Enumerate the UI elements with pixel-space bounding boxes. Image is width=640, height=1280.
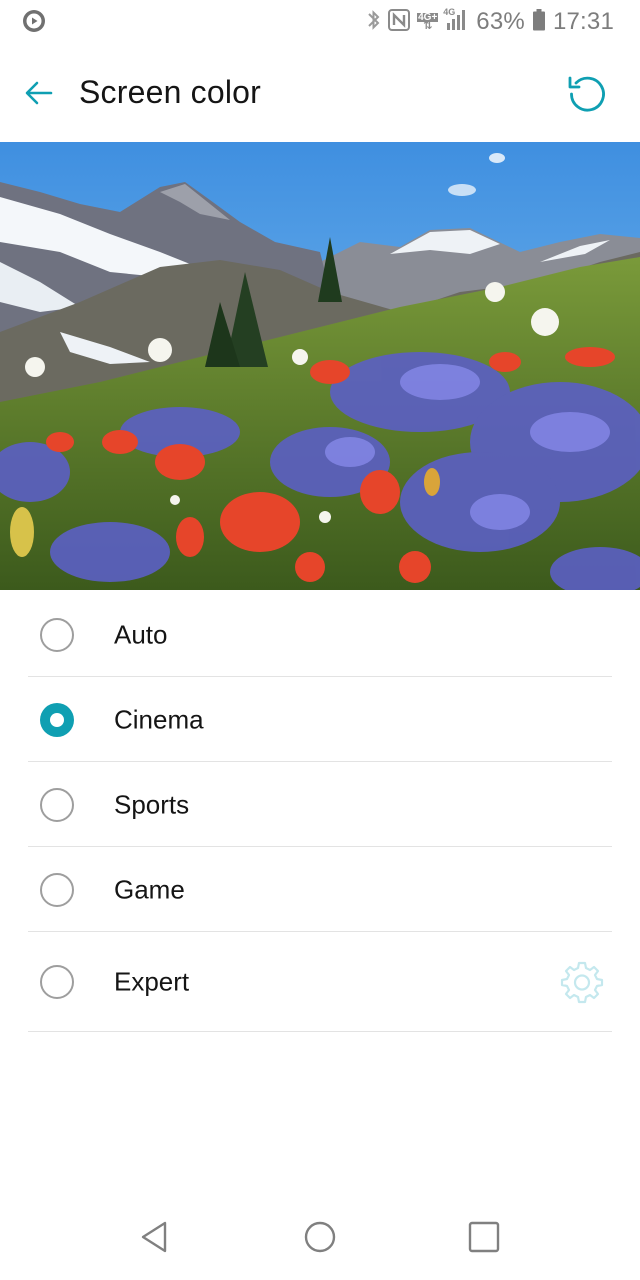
app-bar: Screen color <box>0 52 640 136</box>
data-arrows-icon: ⇅ <box>423 20 433 32</box>
nav-home-button[interactable] <box>295 1212 345 1262</box>
page-title: Screen color <box>79 74 262 110</box>
option-label: Expert <box>114 966 190 997</box>
radio-button-auto[interactable] <box>40 617 74 652</box>
radio-button-sports[interactable] <box>40 787 74 822</box>
screen-color-options: Auto Cinema Sports Game Expert <box>0 592 640 1032</box>
clock: 17:31 <box>552 8 614 35</box>
option-cinema[interactable]: Cinema <box>0 677 640 762</box>
network-type: 4G+ ⇅ <box>417 13 439 32</box>
status-icons: 4G+ ⇅ 4G 63% 17:31 <box>367 6 614 38</box>
option-game[interactable]: Game <box>0 847 640 932</box>
option-label: Cinema <box>114 704 204 734</box>
arrow-left-icon <box>25 81 53 105</box>
radio-button-expert[interactable] <box>40 965 74 999</box>
nav-back-button[interactable] <box>130 1212 180 1262</box>
nav-home-icon <box>304 1221 336 1253</box>
preview-image <box>0 142 640 590</box>
radio-button-game[interactable] <box>40 872 74 907</box>
battery-percent: 63% <box>476 8 525 35</box>
option-sports[interactable]: Sports <box>0 762 640 847</box>
system-nav-bar <box>0 1196 640 1280</box>
signal-icon: 4G <box>443 6 469 36</box>
nfc-icon <box>388 8 411 36</box>
nav-recents-icon <box>468 1221 500 1253</box>
reset-icon <box>568 76 605 112</box>
option-expert[interactable]: Expert <box>0 932 640 1032</box>
status-bar: 4G+ ⇅ 4G 63% 17:31 <box>0 0 640 44</box>
network-type-small: 4G <box>443 6 456 17</box>
option-label: Game <box>114 874 185 904</box>
option-label: Auto <box>114 619 168 649</box>
back-button[interactable] <box>18 72 60 114</box>
option-auto[interactable]: Auto <box>0 592 640 677</box>
gear-icon[interactable] <box>560 960 604 1004</box>
reset-button[interactable] <box>564 70 610 116</box>
option-label: Sports <box>114 789 190 819</box>
radio-button-cinema-selected[interactable] <box>40 702 74 737</box>
bluetooth-icon <box>367 8 381 37</box>
nav-recents-button[interactable] <box>459 1212 509 1262</box>
media-play-icon <box>22 9 46 33</box>
nav-back-icon <box>141 1221 167 1253</box>
divider <box>28 1031 612 1032</box>
battery-icon <box>532 8 546 37</box>
